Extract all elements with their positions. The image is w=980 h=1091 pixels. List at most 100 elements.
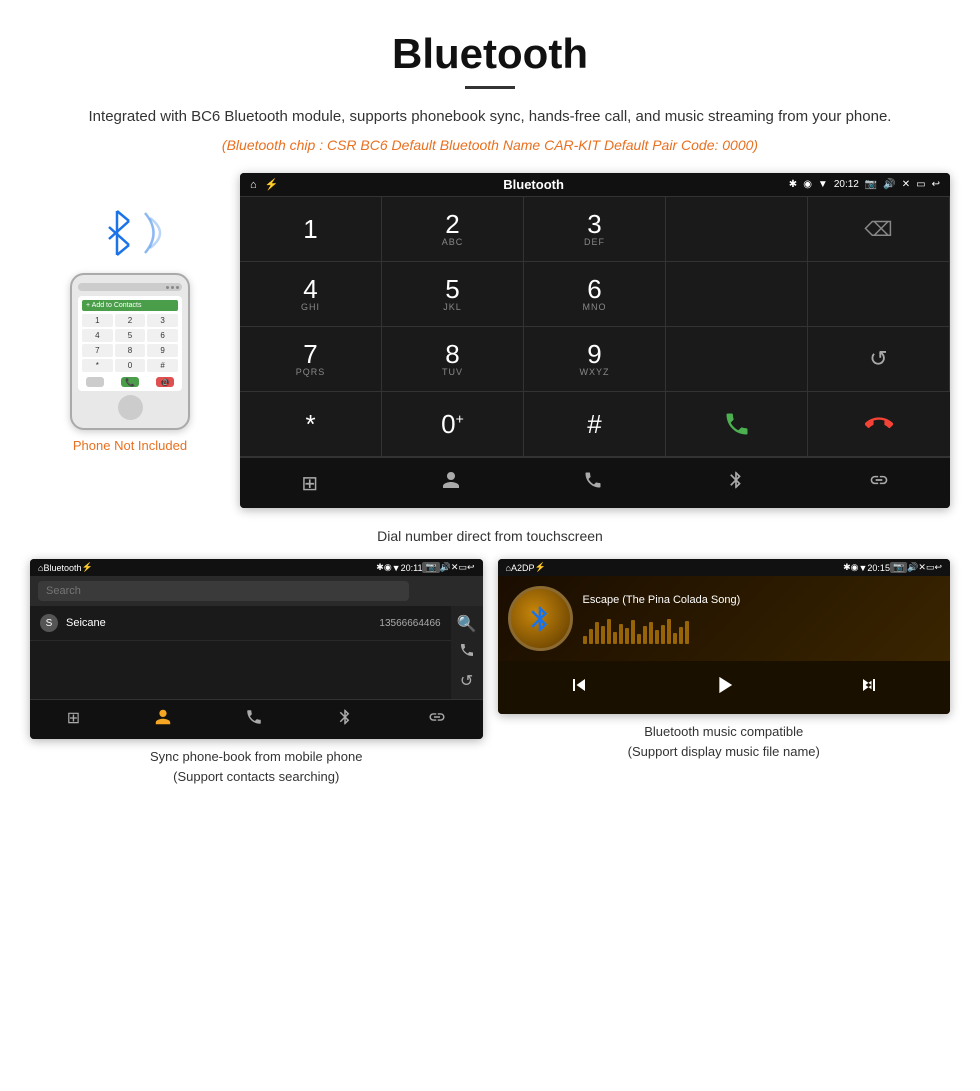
- dial-call-red[interactable]: [808, 392, 950, 457]
- dial-backspace[interactable]: ⌫: [808, 197, 950, 262]
- pb-toolbar-grid-icon[interactable]: ⊞: [67, 708, 80, 731]
- dial-key-hash[interactable]: #: [524, 392, 666, 457]
- call-red-icon: [865, 410, 893, 438]
- dial-sub: ABC: [442, 237, 464, 247]
- dial-key-0[interactable]: 0+: [382, 392, 524, 457]
- next-track-button[interactable]: [857, 673, 881, 702]
- phone-home-button: [118, 395, 143, 420]
- location-icon: ◉: [803, 179, 812, 190]
- contact-name: Seicane: [66, 617, 371, 629]
- phonebook-screen[interactable]: ⌂ Bluetooth ⚡ ✱ ◉ ▼ 20:11 📷 🔊 ✕ ▭ ↩: [30, 559, 483, 739]
- phone-key: #: [147, 359, 178, 372]
- pb-contact-list: S Seicane 13566664466: [30, 606, 451, 699]
- dial-num: 8: [445, 341, 459, 367]
- dial-num: 7: [303, 341, 317, 367]
- window-icon[interactable]: ▭: [916, 179, 925, 190]
- eq-bar: [661, 625, 665, 644]
- dial-key-8[interactable]: 8 TUV: [382, 327, 524, 392]
- eq-bar: [673, 633, 677, 644]
- pb-toolbar-bt-icon[interactable]: [336, 708, 354, 731]
- bluetooth-icon: ✱: [789, 179, 797, 190]
- pb-search-icon[interactable]: 🔍: [457, 614, 477, 634]
- phone-key: 8: [115, 344, 146, 357]
- music-screen[interactable]: ⌂ A2DP ⚡ ✱ ◉ ▼ 20:15 📷 🔊 ✕ ▭ ↩: [498, 559, 951, 714]
- dial-num: 2: [445, 211, 459, 237]
- music-vol-icon[interactable]: 🔊: [907, 562, 918, 573]
- dial-key-2[interactable]: 2 ABC: [382, 197, 524, 262]
- pb-close-icon[interactable]: ✕: [451, 562, 459, 573]
- toolbar-bluetooth-icon[interactable]: [726, 470, 746, 496]
- eq-bar: [589, 629, 593, 644]
- phonebook-caption-line2: (Support contacts searching): [30, 767, 483, 787]
- eq-bar: [655, 630, 659, 644]
- dial-key-9[interactable]: 9 WXYZ: [524, 327, 666, 392]
- toolbar-grid-icon[interactable]: ⊞: [301, 471, 318, 496]
- music-controls: [498, 661, 951, 714]
- pb-camera-icon[interactable]: 📷: [422, 562, 439, 573]
- dial-key-1[interactable]: 1: [240, 197, 382, 262]
- music-song-title: Escape (The Pina Colada Song): [583, 594, 941, 606]
- eq-bar: [619, 624, 623, 644]
- dial-key-6[interactable]: 6 MNO: [524, 262, 666, 327]
- head-unit-dialpad[interactable]: ⌂ ⚡ Bluetooth ✱ ◉ ▼ 20:12 📷 🔊 ✕ ▭ ↩ 1: [240, 173, 950, 508]
- eq-bar: [649, 622, 653, 644]
- bluetooth-signal-area: [90, 203, 170, 263]
- phone-end-btn: 📵: [156, 377, 174, 387]
- dial-reload[interactable]: ↺: [808, 327, 950, 392]
- dial-num: 5: [445, 276, 459, 302]
- music-bt-icon: ✱: [843, 562, 851, 573]
- music-window-icon[interactable]: ▭: [926, 562, 935, 573]
- pb-side-buttons: 🔍 ↺: [451, 606, 483, 699]
- music-screen-title: A2DP: [511, 563, 535, 573]
- pb-contact-row[interactable]: S Seicane 13566664466: [30, 606, 451, 641]
- dial-key-star[interactable]: *: [240, 392, 382, 457]
- dial-sub: MNO: [583, 302, 607, 312]
- dial-key-4[interactable]: 4 GHI: [240, 262, 382, 327]
- camera-icon[interactable]: 📷: [865, 179, 877, 190]
- pb-toolbar-phone-icon[interactable]: [245, 708, 263, 731]
- pb-call-side-icon[interactable]: [459, 642, 475, 663]
- pb-back-icon[interactable]: ↩: [467, 562, 475, 573]
- page-header: Bluetooth Integrated with BC6 Bluetooth …: [0, 0, 980, 163]
- home-icon[interactable]: ⌂: [250, 179, 257, 191]
- music-camera-icon[interactable]: 📷: [890, 562, 907, 573]
- pb-vol-icon[interactable]: 🔊: [440, 562, 451, 573]
- eq-bar: [679, 627, 683, 644]
- music-caption-line1: Bluetooth music compatible: [498, 722, 951, 742]
- toolbar-contacts-icon[interactable]: [441, 470, 461, 496]
- toolbar-link-icon[interactable]: [869, 470, 889, 496]
- phone-illustration: + Add to Contacts 1 2 3 4 5 6 7 8 9 * 0 …: [30, 173, 230, 453]
- music-back-icon[interactable]: ↩: [934, 562, 942, 573]
- phone-key: 3: [147, 314, 178, 327]
- pb-window-icon[interactable]: ▭: [458, 562, 467, 573]
- dial-key-3[interactable]: 3 DEF: [524, 197, 666, 262]
- pb-reload-icon[interactable]: ↺: [460, 671, 473, 691]
- pb-toolbar-contacts-icon[interactable]: [154, 708, 172, 731]
- music-close-icon[interactable]: ✕: [918, 562, 926, 573]
- pb-toolbar-link-icon[interactable]: [428, 708, 446, 731]
- dial-empty-1: [666, 197, 808, 262]
- title-divider: [465, 86, 515, 89]
- dial-num: 0+: [441, 411, 464, 437]
- music-equalizer: [583, 614, 941, 644]
- prev-track-button[interactable]: [567, 673, 591, 702]
- music-caption-line2: (Support display music file name): [498, 742, 951, 762]
- phone-bottom-bar: 📞 📵: [82, 377, 178, 387]
- music-usb-icon: ⚡: [534, 562, 545, 573]
- back-icon[interactable]: ↩: [932, 179, 940, 190]
- dial-key-5[interactable]: 5 JKL: [382, 262, 524, 327]
- dial-key-7[interactable]: 7 PQRS: [240, 327, 382, 392]
- pb-search-input[interactable]: [38, 581, 409, 601]
- eq-bar: [667, 619, 671, 644]
- music-album-art: [508, 586, 573, 651]
- clock-display: 20:12: [834, 179, 859, 190]
- phone-mock: + Add to Contacts 1 2 3 4 5 6 7 8 9 * 0 …: [70, 273, 190, 430]
- toolbar-phone-icon[interactable]: [583, 470, 603, 496]
- volume-icon[interactable]: 🔊: [883, 179, 895, 190]
- play-pause-button[interactable]: [710, 671, 738, 704]
- close-icon[interactable]: ✕: [902, 179, 910, 190]
- dial-call-green[interactable]: [666, 392, 808, 457]
- signal-dot: [176, 286, 179, 289]
- page-title: Bluetooth: [60, 30, 920, 78]
- phone-key: 0: [115, 359, 146, 372]
